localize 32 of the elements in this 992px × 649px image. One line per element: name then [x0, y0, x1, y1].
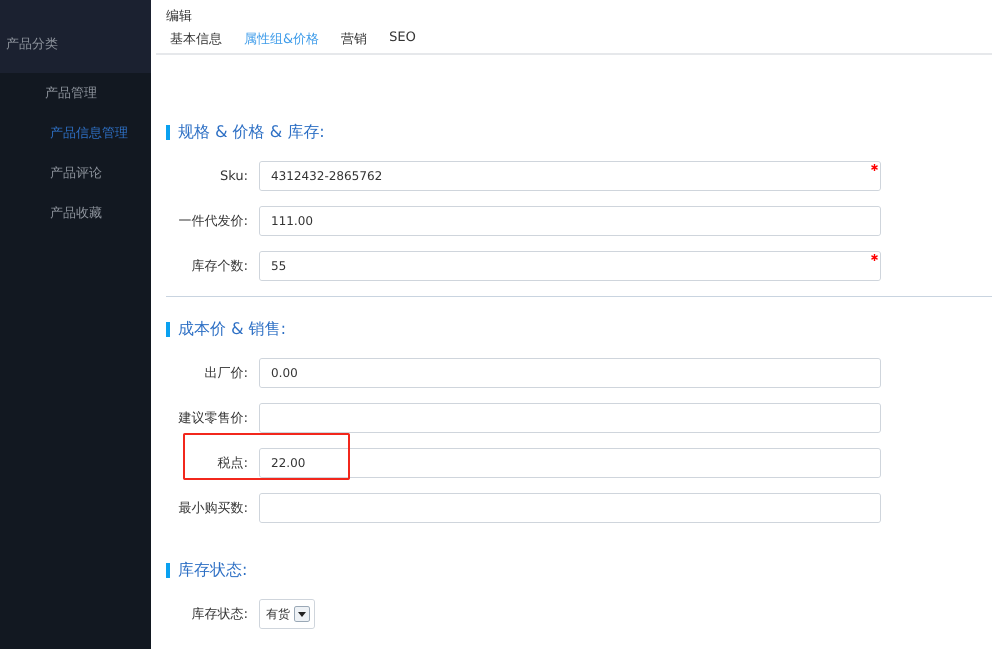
section-title: 规格 & 价格 & 库存:	[178, 122, 325, 142]
section-marker	[166, 322, 170, 336]
section-marker	[166, 562, 170, 578]
sidebar-item[interactable]: 产品信息管理	[0, 113, 151, 153]
field-label: Sku:	[219, 168, 248, 184]
dropdown-icon	[294, 606, 310, 622]
field-label: 库存状态:	[190, 606, 248, 623]
input-field[interactable]: 111.00	[259, 206, 881, 236]
select-field[interactable]: 有货	[259, 599, 315, 629]
sidebar-item[interactable]: 产品评论	[0, 153, 151, 193]
section-title: 库存状态:	[178, 560, 248, 580]
tab[interactable]: 营销	[341, 30, 368, 48]
sidebar-header[interactable]: 产品分类	[0, 0, 151, 73]
field-label: 出厂价:	[204, 365, 248, 382]
input-field[interactable]	[259, 403, 881, 433]
section-title: 成本价 & 销售:	[178, 318, 286, 340]
page-title: 编辑	[165, 8, 193, 25]
input-field[interactable]: 55	[259, 251, 881, 281]
section-marker	[166, 124, 170, 140]
sidebar-item[interactable]: 产品管理	[0, 73, 151, 113]
input-field[interactable]: 22.00	[259, 448, 881, 478]
tab[interactable]: SEO	[389, 30, 416, 48]
tab[interactable]: 基本信息	[170, 30, 222, 48]
field-label: 税点:	[216, 455, 248, 472]
field-label: 库存个数:	[190, 258, 248, 275]
input-field[interactable]	[259, 493, 881, 523]
input-field[interactable]: 0.00	[259, 358, 881, 388]
input-field[interactable]: 4312432-2865762	[259, 161, 881, 191]
field-label: 一件代发价:	[178, 213, 248, 230]
field-label: 建议零售价:	[178, 410, 248, 427]
field-label: 最小购买数:	[178, 500, 248, 517]
sidebar-item[interactable]: 产品收藏	[0, 193, 151, 233]
